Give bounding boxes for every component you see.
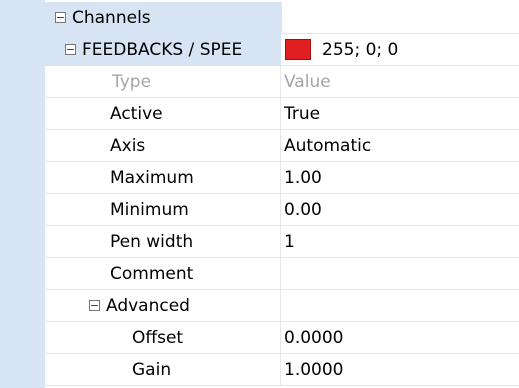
property-row-gain[interactable]: Gain 1.0000 <box>0 354 519 386</box>
property-value[interactable] <box>281 258 519 290</box>
advanced-value-cell <box>281 290 519 322</box>
property-name: Gain <box>45 354 281 386</box>
property-value[interactable]: 1.00 <box>281 162 519 194</box>
column-header-row: Type Value <box>0 66 519 98</box>
property-value[interactable]: 0.0000 <box>281 322 519 354</box>
property-name: Minimum <box>45 194 281 226</box>
property-row-pen-width[interactable]: Pen width 1 <box>0 226 519 258</box>
color-swatch[interactable] <box>285 39 311 60</box>
property-row-maximum[interactable]: Maximum 1.00 <box>0 162 519 194</box>
property-value[interactable]: 1.0000 <box>281 354 519 386</box>
advanced-name-cell: − Advanced <box>45 290 281 322</box>
channel-color-value: 255; 0; 0 <box>322 39 399 60</box>
property-value[interactable]: 1 <box>281 226 519 258</box>
property-row-minimum[interactable]: Minimum 0.00 <box>0 194 519 226</box>
tree-row-channels[interactable]: − Channels <box>0 2 519 34</box>
channels-name-cell: − Channels <box>45 2 281 34</box>
property-name: Maximum <box>45 162 281 194</box>
property-grid: − Channels − FEEDBACKS / SPEE 255; 0; 0 … <box>0 0 519 388</box>
header-type: Type <box>45 66 281 98</box>
property-name: Offset <box>45 322 281 354</box>
property-row-active[interactable]: Active True <box>0 98 519 130</box>
tree-row-advanced[interactable]: − Advanced <box>0 290 519 322</box>
property-name: Active <box>45 98 281 130</box>
advanced-label: Advanced <box>106 295 190 316</box>
collapse-icon[interactable]: − <box>65 44 76 55</box>
property-name: Pen width <box>45 226 281 258</box>
channels-value-cell <box>281 2 519 34</box>
property-row-axis[interactable]: Axis Automatic <box>0 130 519 162</box>
collapse-icon[interactable]: − <box>89 300 100 311</box>
channel-label: FEEDBACKS / SPEE <box>82 39 243 60</box>
property-value[interactable]: True <box>281 98 519 130</box>
property-value[interactable]: 0.00 <box>281 194 519 226</box>
channel-value-cell[interactable]: 255; 0; 0 <box>281 34 519 66</box>
tree-row-channel[interactable]: − FEEDBACKS / SPEE 255; 0; 0 <box>0 34 519 66</box>
channels-label: Channels <box>72 7 151 28</box>
channel-name-cell: − FEEDBACKS / SPEE <box>45 34 281 66</box>
property-name: Axis <box>45 130 281 162</box>
property-value[interactable]: Automatic <box>281 130 519 162</box>
property-row-comment[interactable]: Comment <box>0 258 519 290</box>
collapse-icon[interactable]: − <box>55 12 66 23</box>
property-row-offset[interactable]: Offset 0.0000 <box>0 322 519 354</box>
header-value: Value <box>281 66 519 98</box>
property-name: Comment <box>45 258 281 290</box>
